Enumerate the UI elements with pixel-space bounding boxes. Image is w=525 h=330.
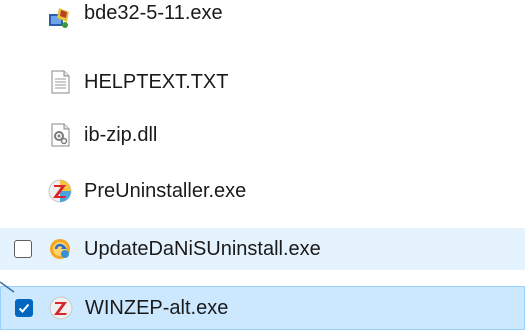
file-row-updatedanis[interactable]: UpdateDaNiSUninstall.exe [0,228,525,270]
mouse-cursor-icon [0,281,15,293]
winzep-app-icon [49,296,73,320]
file-row-preuninstaller[interactable]: PreUninstaller.exe [0,170,525,212]
file-name: bde32-5-11.exe [84,2,223,24]
row-checkbox-checked[interactable] [15,299,33,317]
file-row-winzep-alt[interactable]: WINZEP-alt.exe [0,286,525,330]
row-checkbox[interactable] [14,240,32,258]
file-name: UpdateDaNiSUninstall.exe [84,238,321,260]
file-name: PreUninstaller.exe [84,180,247,202]
file-name: ib-zip.dll [84,124,158,146]
file-name: HELPTEXT.TXT [84,71,229,93]
file-row-bde32[interactable]: bde32-5-11.exe [0,0,525,42]
winzep-app-icon [48,179,72,203]
text-file-icon [51,70,70,94]
dll-file-icon [51,123,70,147]
file-row-helptext[interactable]: HELPTEXT.TXT [0,61,525,103]
file-row-ibzip[interactable]: ib-zip.dll [0,114,525,156]
installer-icon [49,8,69,28]
update-app-icon [50,239,70,259]
file-list: bde32-5-11.exe HELPTEXT.TXT ib-zip.dll P… [0,0,525,330]
file-name: WINZEP-alt.exe [85,297,229,319]
checkmark-icon [18,303,30,313]
